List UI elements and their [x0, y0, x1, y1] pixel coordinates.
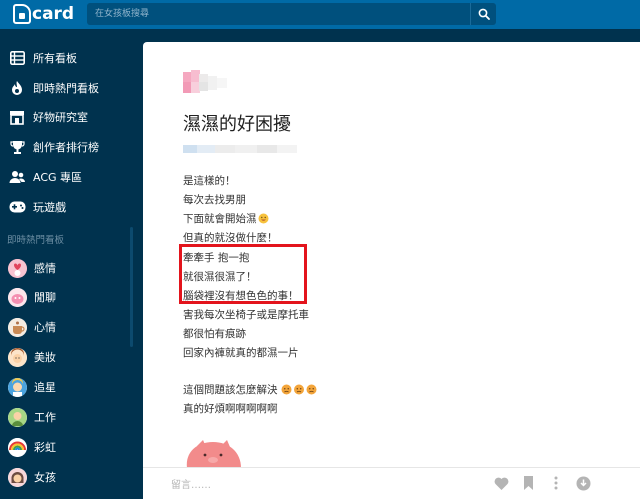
bookmark-icon — [523, 476, 533, 490]
sidebar-item-hot-boards[interactable]: 即時熱門看板 — [0, 73, 132, 103]
more-options-button[interactable] — [548, 475, 564, 491]
post-line-text: 下面就會開始濕 — [183, 213, 257, 225]
gamepad-icon — [8, 198, 26, 216]
sidebar-item-label: 所有看板 — [33, 52, 77, 65]
sidebar-item-games[interactable]: 玩遊戲 — [0, 192, 132, 222]
comment-input[interactable]: 留言…… — [171, 476, 211, 491]
board-avatar-icon — [8, 407, 27, 427]
sidebar-item-label: 心情 — [34, 321, 56, 334]
logo-text: card — [32, 4, 75, 24]
search-icon — [478, 8, 490, 20]
sidebar-item-label: ACG 專區 — [33, 171, 83, 184]
sidebar-item-board[interactable]: 女孩 — [0, 462, 132, 492]
sidebar-item-label: 創作者排行榜 — [33, 141, 99, 154]
smile-emoji-icon — [258, 213, 268, 224]
search-input[interactable]: 在女孩板搜尋 — [87, 3, 470, 25]
sidebar-item-board[interactable]: 工作 — [0, 402, 132, 432]
board-avatar-icon — [8, 437, 27, 457]
post-line: 真的好煩啊啊啊啊啊 — [183, 403, 278, 415]
top-bar: card 在女孩板搜尋 — [0, 0, 640, 29]
dcard-logo-icon — [13, 4, 31, 24]
dcard-logo[interactable]: card — [13, 3, 74, 25]
post-line: 都很怕有痕跡 — [183, 328, 246, 340]
board-avatar-icon — [8, 347, 27, 367]
board-avatar-icon — [8, 287, 27, 307]
board-avatar-icon — [8, 258, 27, 278]
list-icon — [8, 49, 26, 67]
post-line: 害我每次坐椅子或是摩托車 — [183, 309, 309, 321]
search-button[interactable] — [470, 3, 496, 25]
board-avatar-icon — [8, 377, 27, 397]
blurred-author-avatar — [183, 70, 227, 93]
post-line: 是這樣的！ — [183, 175, 236, 187]
post-line-with-emoji: 下面就會開始濕 — [183, 211, 269, 226]
sidebar: 所有看板 即時熱門看板 好物研究室 創作者排行榜 ACG 專區 玩遊戲 即時熱門… — [0, 29, 136, 499]
worried-emoji-icon — [281, 384, 316, 395]
more-vertical-icon — [554, 476, 558, 490]
sidebar-item-label: 即時熱門看板 — [33, 82, 99, 95]
sidebar-item-board[interactable]: 彩虹 — [0, 432, 132, 462]
post-line-with-emoji: 這個問題該怎麼解決 — [183, 382, 317, 397]
bookmark-button[interactable] — [520, 475, 536, 491]
highlight-box — [179, 244, 307, 304]
sidebar-item-all-boards[interactable]: 所有看板 — [0, 43, 132, 73]
post-line: 但真的就沒做什麼！ — [183, 232, 278, 244]
sidebar-item-board[interactable]: 心情 — [0, 312, 132, 342]
sidebar-item-label: 感情 — [34, 262, 56, 275]
sidebar-item-label: 好物研究室 — [33, 111, 88, 124]
pig-sticker-image — [186, 440, 241, 468]
sidebar-item-label: 美妝 — [34, 351, 56, 364]
post-title: 濕濕的好困擾 — [183, 114, 291, 135]
post-footer-bar: 留言…… — [143, 467, 640, 499]
sidebar-item-label: 追星 — [34, 381, 56, 394]
post-line: 回家內褲就真的都濕一片 — [183, 347, 299, 359]
fire-icon — [8, 79, 26, 97]
like-button[interactable] — [493, 475, 509, 491]
sidebar-item-board[interactable]: 追星 — [0, 372, 132, 402]
post-line: 每次去找男朋 — [183, 194, 246, 206]
sidebar-item-board[interactable]: 感情 — [0, 253, 132, 283]
sidebar-item-label: 工作 — [34, 411, 56, 424]
board-avatar-icon — [8, 317, 27, 337]
blurred-post-meta — [183, 145, 297, 153]
sidebar-item-label: 玩遊戲 — [33, 201, 66, 214]
trophy-icon — [8, 138, 26, 156]
sidebar-item-board[interactable]: 美妝 — [0, 342, 132, 372]
board-avatar-icon — [8, 467, 27, 487]
download-circle-icon — [576, 476, 590, 490]
hot-boards-section-title: 即時熱門看板 — [7, 235, 65, 246]
post-line-text: 這個問題該怎麼解決 — [183, 384, 278, 396]
sidebar-item-label: 女孩 — [34, 471, 56, 484]
sidebar-item-creator-ranking[interactable]: 創作者排行榜 — [0, 132, 132, 162]
sidebar-item-label: 閒聊 — [34, 291, 56, 304]
download-button[interactable] — [575, 475, 591, 491]
sidebar-item-acg[interactable]: ACG 專區 — [0, 162, 132, 192]
sidebar-item-goods-lab[interactable]: 好物研究室 — [0, 102, 132, 132]
store-icon — [8, 108, 26, 126]
heart-icon — [494, 477, 508, 490]
sidebar-item-board[interactable]: 閒聊 — [0, 282, 132, 312]
users-icon — [8, 168, 26, 186]
sidebar-item-label: 彩虹 — [34, 441, 56, 454]
